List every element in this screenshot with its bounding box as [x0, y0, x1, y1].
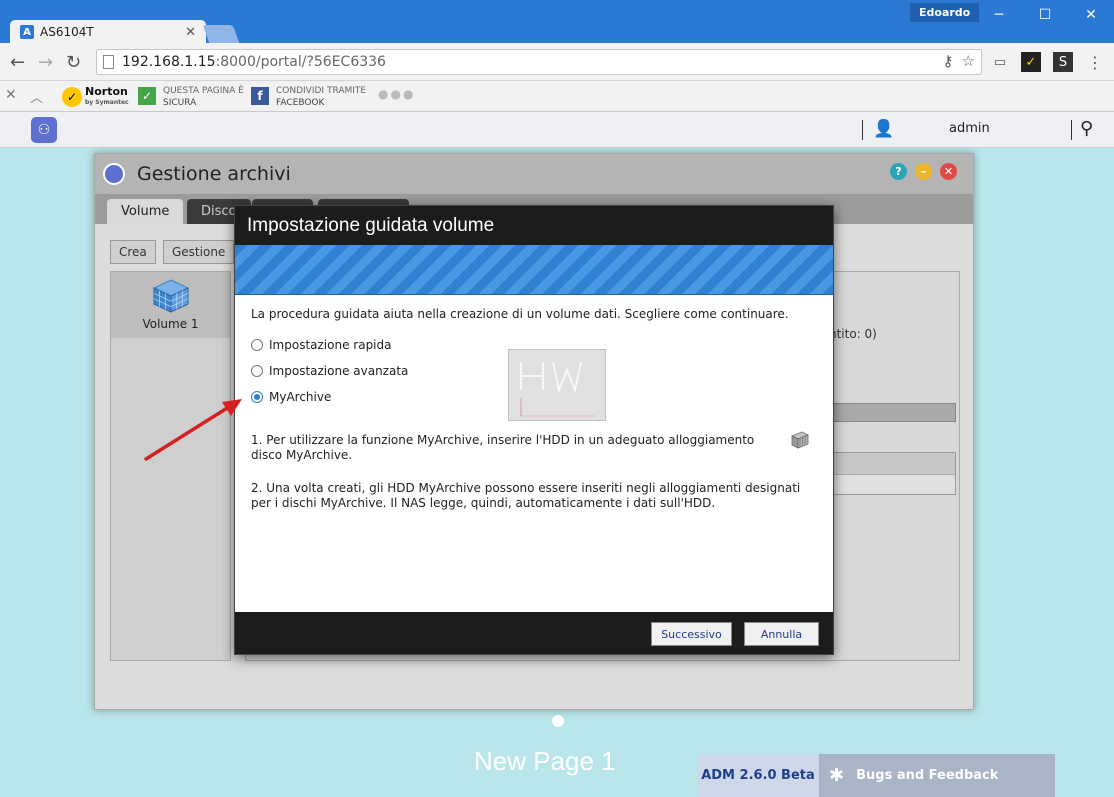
- maximize-window-button[interactable]: ☐: [1022, 0, 1068, 30]
- volume-wizard-dialog: Impostazione guidata volume La procedura…: [234, 205, 834, 655]
- volume-item[interactable]: Volume 1: [111, 272, 230, 338]
- facebook-icon[interactable]: f: [251, 87, 269, 105]
- adm-home-icon[interactable]: ⚇: [31, 117, 57, 143]
- minimize-window-button[interactable]: ─: [976, 0, 1022, 30]
- myarchive-note-2: 2. Una volta creati, gli HDD MyArchive p…: [251, 481, 801, 510]
- close-icon[interactable]: ✕: [940, 163, 957, 180]
- usage-bar: [829, 403, 956, 422]
- minimize-icon[interactable]: –: [915, 163, 932, 180]
- detail-table: [829, 452, 956, 495]
- dialog-body: La procedura guidata aiuta nella creazio…: [235, 295, 833, 612]
- adm-version-badge: ADM 2.6.0 Beta: [697, 754, 819, 797]
- collapse-bar-icon[interactable]: ︿: [30, 87, 43, 106]
- radio-quick[interactable]: [251, 339, 263, 351]
- dialog-title: Impostazione guidata volume: [235, 206, 833, 245]
- browser-tab[interactable]: A AS6104T ✕: [10, 20, 206, 44]
- option-label: Impostazione rapida: [269, 338, 392, 352]
- dialog-footer: Successivo Annulla: [235, 612, 833, 654]
- norton-extension-icon[interactable]: ✓: [1021, 52, 1041, 72]
- dialog-banner: [235, 245, 833, 295]
- close-window-button[interactable]: ✕: [1068, 0, 1114, 30]
- new-tab-button[interactable]: [202, 25, 240, 43]
- volume-label: Volume 1: [142, 317, 199, 331]
- bugs-feedback-button[interactable]: ✱ Bugs and Feedback: [819, 754, 1055, 797]
- volume-cube-icon: [152, 279, 189, 313]
- separator: [862, 120, 863, 140]
- desktop-page-name: New Page 1: [474, 746, 616, 776]
- close-bar-icon[interactable]: ✕: [5, 87, 17, 103]
- option-label: Impostazione avanzata: [269, 364, 409, 378]
- url-path: :8000/portal/?56EC6336: [215, 54, 386, 70]
- safe-page-label[interactable]: QUESTA PAGINA È SICURA: [163, 85, 244, 109]
- detail-table-header: [830, 453, 955, 475]
- norton-check-icon: ✓: [62, 87, 82, 107]
- cancel-button[interactable]: Annulla: [744, 622, 819, 646]
- myarchive-note-1: 1. Per utilizzare la funzione MyArchive,…: [251, 433, 755, 462]
- manage-button[interactable]: Gestione: [163, 240, 235, 264]
- wizard-intro: La procedura guidata aiuta nella creazio…: [251, 307, 789, 321]
- close-tab-icon[interactable]: ✕: [185, 25, 196, 40]
- browser-user-badge[interactable]: Edoardo: [910, 3, 980, 22]
- asustor-favicon-icon: A: [20, 25, 34, 39]
- page-indicator-dot[interactable]: [552, 715, 564, 727]
- address-bar[interactable]: 192.168.1.15 :8000/portal/?56EC6336 ⚷ ☆: [96, 49, 982, 75]
- bug-icon: ✱: [829, 765, 845, 786]
- s-extension-icon[interactable]: S: [1053, 52, 1073, 72]
- app-logo-icon: [103, 163, 125, 185]
- create-button[interactable]: Crea: [110, 240, 156, 264]
- next-button[interactable]: Successivo: [651, 622, 732, 646]
- radio-myarchive[interactable]: [251, 391, 263, 403]
- tab-title: AS6104T: [40, 25, 94, 39]
- norton-logo[interactable]: ✓ Norton by Symantec: [62, 86, 129, 108]
- cast-icon[interactable]: ▭: [990, 52, 1010, 72]
- tab-volume[interactable]: Volume: [107, 199, 184, 224]
- volume-list: Volume 1: [110, 271, 231, 661]
- url-host: 192.168.1.15: [122, 54, 216, 70]
- option-label: MyArchive: [269, 390, 332, 404]
- window-title: Gestione archivi: [137, 163, 291, 185]
- search-icon[interactable]: ⚲: [1080, 118, 1093, 139]
- adm-taskbar: ⚇ 👤 admin ⚲: [0, 112, 1114, 148]
- extension-bar: ✕ ︿ ✓ Norton by Symantec ✓ QUESTA PAGINA…: [0, 81, 1114, 112]
- page-icon: [103, 55, 114, 69]
- red-pointer-arrow-icon: [144, 399, 242, 461]
- browser-titlebar: A AS6104T ✕ Edoardo ─ ☐ ✕: [0, 0, 1114, 44]
- user-icon[interactable]: 👤: [873, 119, 894, 139]
- safe-check-icon: ✓: [138, 87, 156, 105]
- separator: [1071, 120, 1072, 140]
- detail-text: ntito: 0): [829, 327, 877, 341]
- watermark-logo-icon: [520, 361, 595, 417]
- share-facebook-label[interactable]: CONDIVIDI TRAMITE FACEBOOK: [276, 85, 366, 109]
- hwlegend-watermark: [508, 349, 606, 421]
- chrome-menu-icon[interactable]: ⋮: [1085, 52, 1105, 72]
- norton-sub: by Symantec: [85, 99, 129, 106]
- back-arrow-icon[interactable]: ←: [10, 52, 25, 73]
- myarchive-disk-icon: [791, 431, 809, 449]
- window-header[interactable]: Gestione archivi ? – ✕: [95, 154, 973, 194]
- adm-username[interactable]: admin: [949, 121, 990, 136]
- more-dots-icon[interactable]: ●●●: [378, 87, 415, 101]
- bugs-label: Bugs and Feedback: [856, 768, 999, 783]
- key-icon[interactable]: ⚷: [943, 52, 954, 70]
- forward-arrow-icon[interactable]: →: [38, 52, 53, 73]
- radio-advanced[interactable]: [251, 365, 263, 377]
- reload-icon[interactable]: ↻: [66, 52, 81, 73]
- star-bookmark-icon[interactable]: ☆: [962, 52, 975, 70]
- browser-toolbar: ← → ↻ 192.168.1.15 :8000/portal/?56EC633…: [0, 43, 1114, 81]
- help-icon[interactable]: ?: [890, 163, 907, 180]
